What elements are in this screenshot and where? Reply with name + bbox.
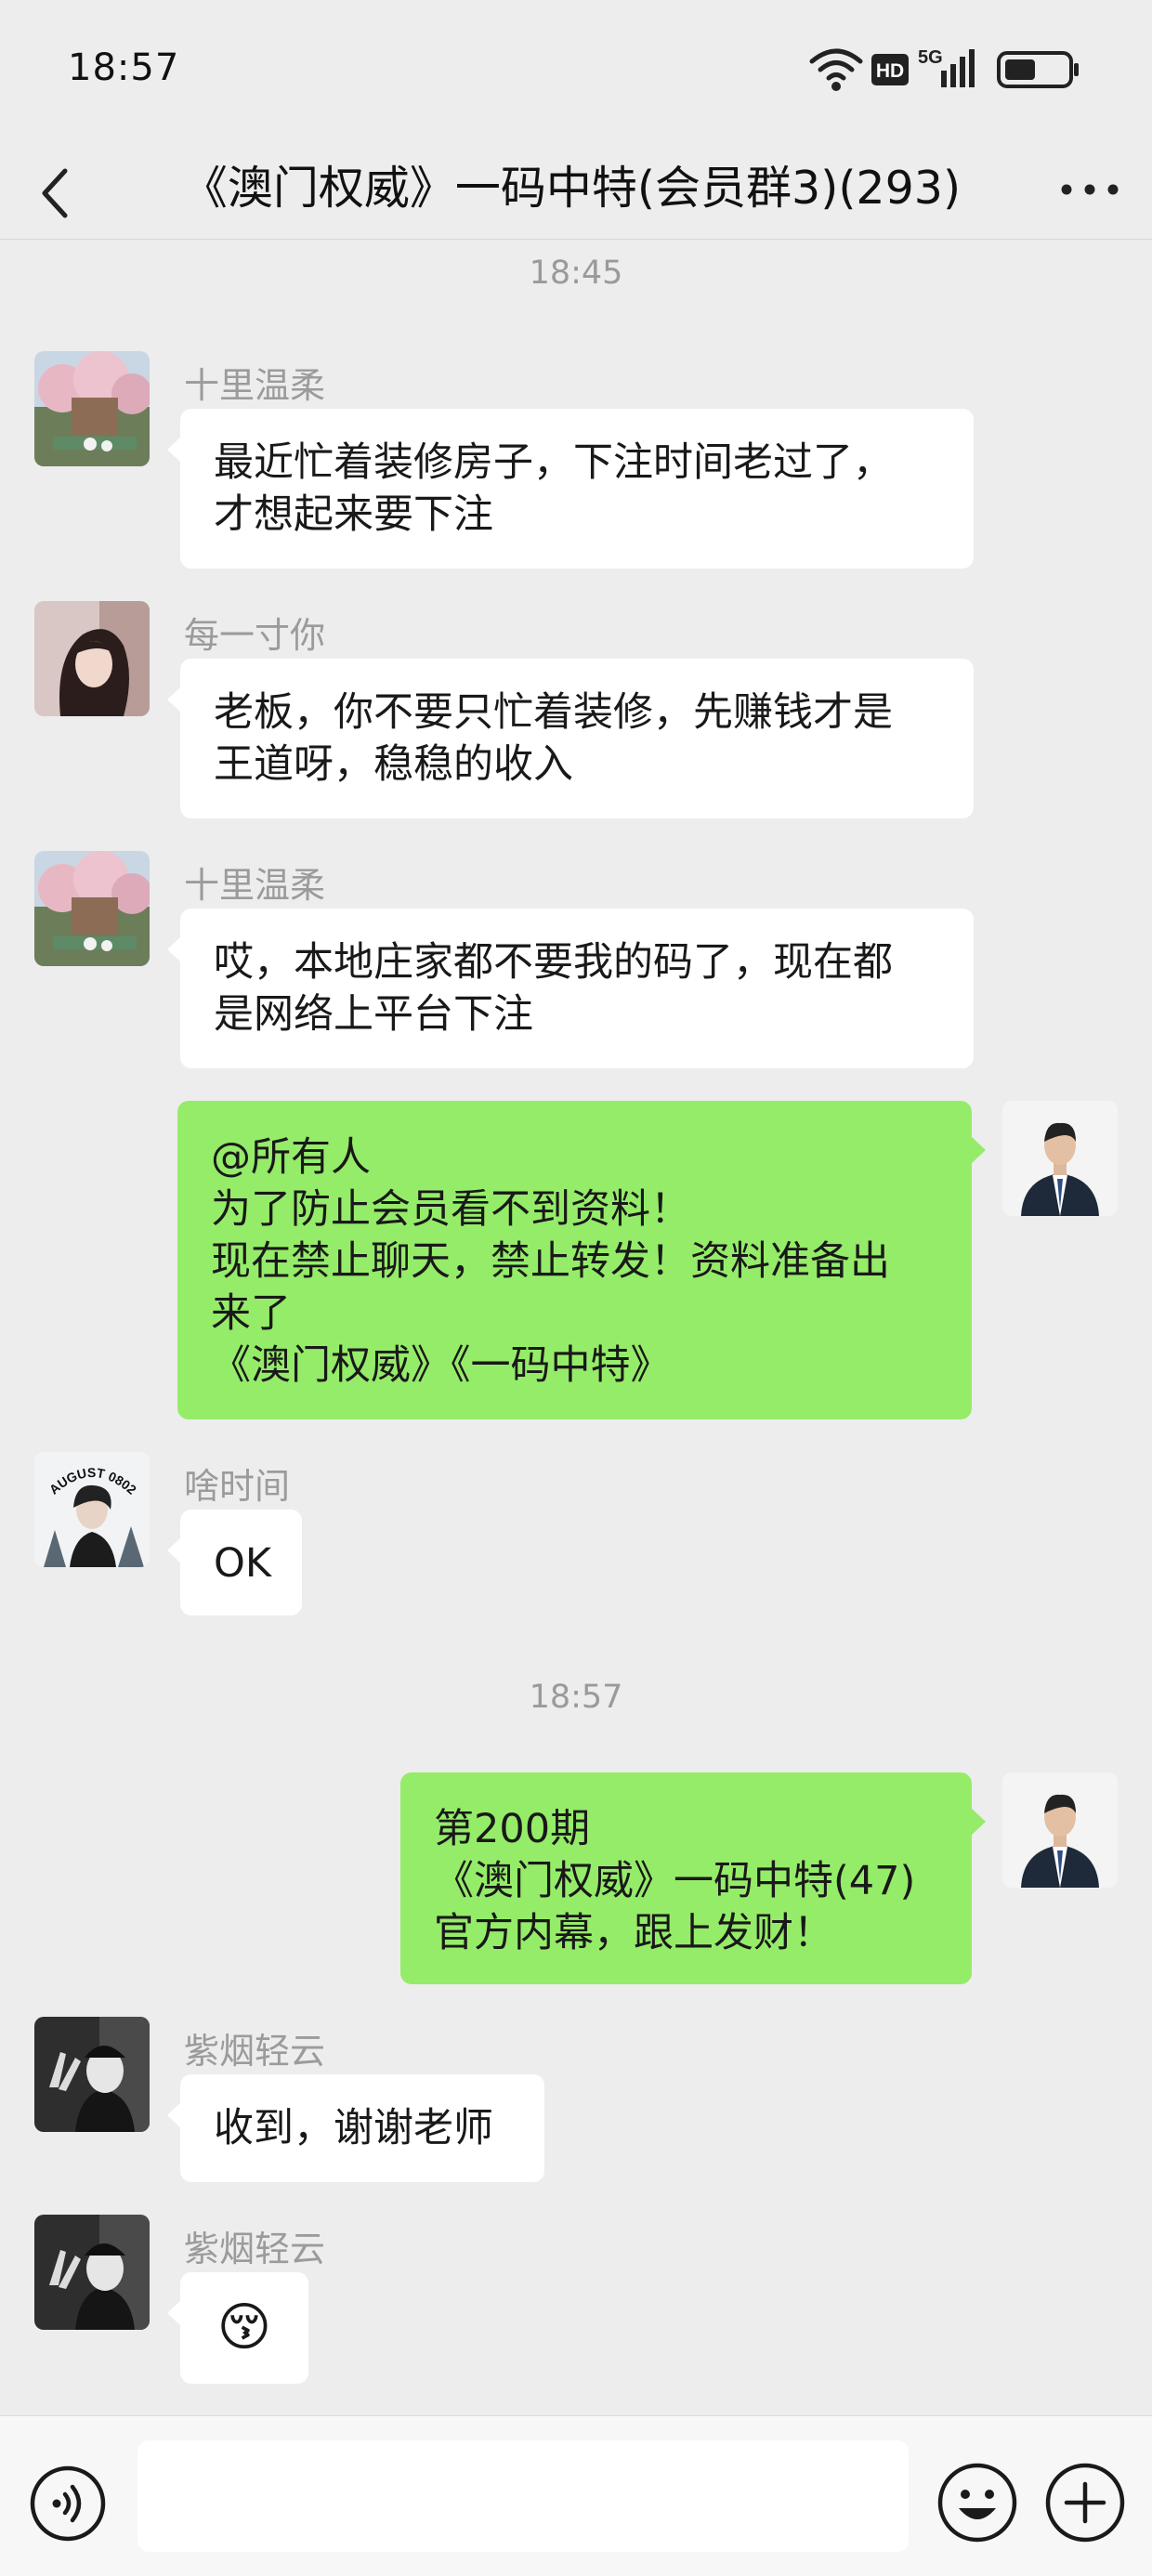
svg-text:5G: 5G [918,47,943,68]
message-line: 《澳门权威》一码中特(47) [434,1858,916,1904]
status-icons: HD 5G [809,47,1079,91]
message-line: 为了防止会员看不到资料！ [211,1186,690,1233]
message-line: 第200期 [434,1806,591,1852]
chat-header: 《澳门权威》一码中特(会员群3)(293) [0,137,1152,240]
avatar[interactable] [34,851,150,966]
message-bubble[interactable]: 😚 [167,2272,308,2384]
sender-name: 十里温柔 [184,365,326,406]
status-time: 18:57 [68,46,180,89]
voice-icon[interactable] [29,2465,107,2543]
svg-text:HD: HD [876,60,904,82]
avatar[interactable] [34,601,150,716]
message-line: 王道呀，稳稳的收入 [214,741,573,788]
hd-icon: HD [871,54,909,85]
chat-title: 《澳门权威》一码中特(会员群3)(293) [181,162,962,215]
sender-name: 紫烟轻云 [184,2031,326,2072]
input-bar [0,2415,1152,2576]
plus-icon[interactable] [1044,2462,1126,2543]
kissing-emoji: 😚 [216,2297,272,2358]
message-bubble-self[interactable]: @所有人 为了防止会员看不到资料！ 现在禁止聊天，禁止转发！资料准备出 来了 《… [177,1101,986,1419]
self-avatar[interactable] [1002,1101,1118,1216]
message-line: 收到，谢谢老师 [214,2105,493,2151]
sender-name: 每一寸你 [184,615,326,656]
message-bubble[interactable]: 最近忙着装修房子，下注时间老过了， 才想起来要下注 [167,409,974,569]
message-bubble[interactable]: 收到，谢谢老师 [167,2074,544,2182]
emoji-icon[interactable] [936,2462,1018,2543]
message-bubble[interactable]: 老板，你不要只忙着装修，先赚钱才是 王道呀，稳稳的收入 [167,659,974,818]
sender-name: 啥时间 [184,1466,291,1507]
more-dots-icon[interactable] [1050,156,1133,221]
timestamp: 18:57 [529,1679,623,1716]
battery-icon [997,51,1079,88]
header-divider [0,239,1152,240]
message-line: 官方内幕，跟上发财！ [434,1910,833,1956]
timestamp: 18:45 [529,255,623,292]
message-line: 哎，本地庄家都不要我的码了，现在都 [214,939,893,986]
message-line: @所有人 [211,1134,371,1181]
avatar[interactable]: AUGUST 0802 [34,1452,150,1567]
message-line: OK [214,1540,272,1587]
signal-5g-icon: 5G [918,47,975,87]
sender-name: 紫烟轻云 [184,2229,326,2269]
message-line: 老板，你不要只忙着装修，先赚钱才是 [214,689,893,736]
message-input[interactable] [137,2440,909,2552]
message-bubble[interactable]: 哎，本地庄家都不要我的码了，现在都 是网络上平台下注 [167,909,974,1068]
chevron-left-icon[interactable] [28,143,93,236]
avatar[interactable] [34,351,150,466]
status-bar: 18:57 HD 5G [0,0,1152,137]
message-line: 才想起来要下注 [214,491,493,538]
message-line: 现在禁止聊天，禁止转发！资料准备出 [211,1238,890,1285]
message-bubble[interactable]: OK [167,1510,302,1615]
message-line: 是网络上平台下注 [214,991,533,1038]
message-bubble-self[interactable]: 第200期 《澳门权威》一码中特(47) 官方内幕，跟上发财！ [400,1772,986,1984]
avatar[interactable] [34,2017,150,2132]
self-avatar[interactable] [1002,1772,1118,1888]
message-line: 来了 [211,1290,291,1337]
wifi-icon [809,48,863,91]
avatar[interactable] [34,2215,150,2330]
message-line: 最近忙着装修房子，下注时间老过了， [214,439,893,486]
sender-name: 十里温柔 [184,865,326,906]
message-line: 《澳门权威》《一码中特》 [211,1342,671,1389]
